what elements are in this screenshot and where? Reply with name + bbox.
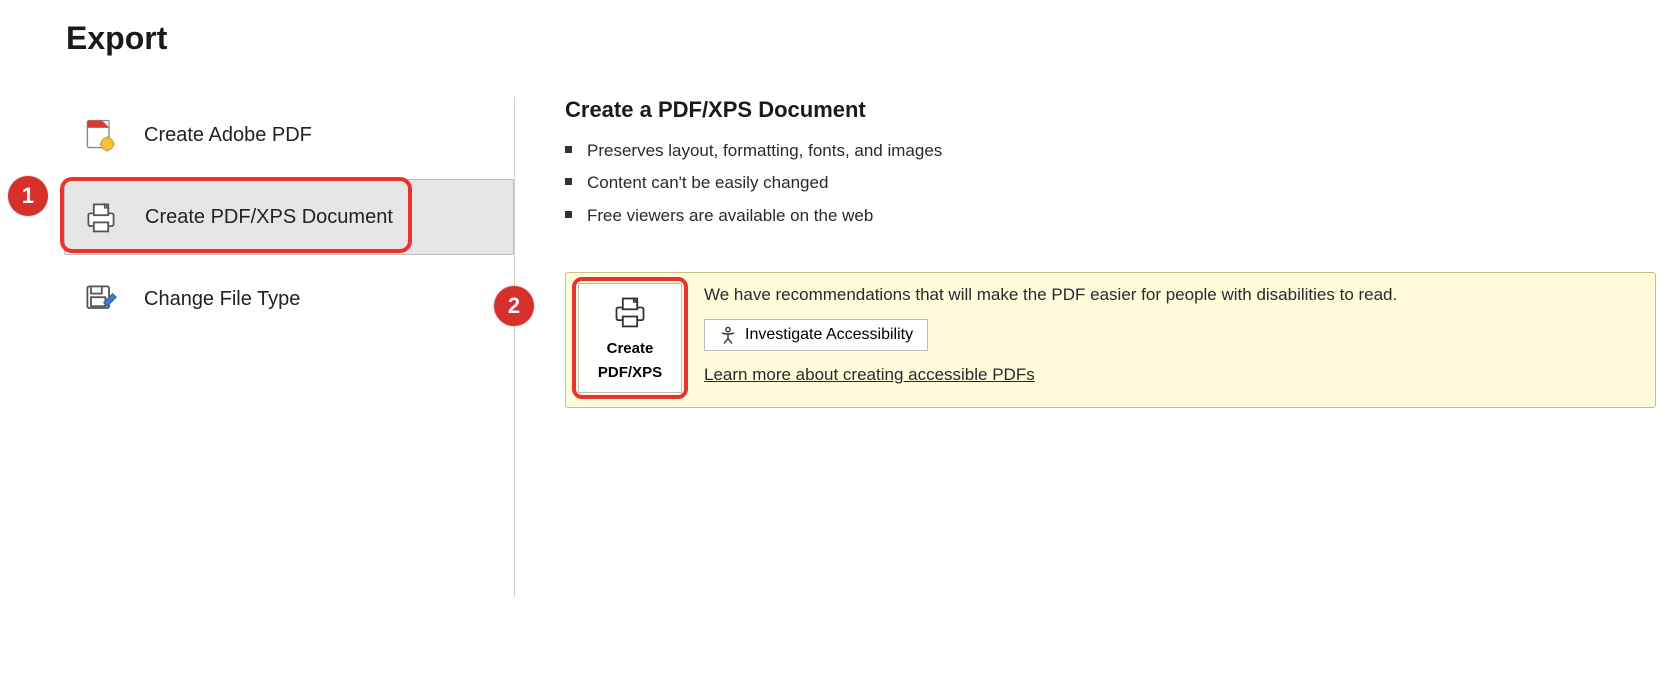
big-button-line1: Create xyxy=(607,340,654,358)
option-change-file-type[interactable]: Change File Type xyxy=(64,261,514,337)
bullet-item: Content can't be easily changed xyxy=(587,167,1656,199)
adobe-pdf-icon xyxy=(80,115,120,155)
investigate-accessibility-button[interactable]: Investigate Accessibility xyxy=(704,319,928,351)
investigate-label: Investigate Accessibility xyxy=(745,326,913,344)
option-label: Create Adobe PDF xyxy=(144,124,312,147)
printer-pdf-icon xyxy=(81,197,121,237)
option-create-adobe-pdf[interactable]: Create Adobe PDF xyxy=(64,97,514,173)
export-details-pane: Create a PDF/XPS Document Preserves layo… xyxy=(515,97,1676,597)
bullet-item: Free viewers are available on the web xyxy=(587,200,1656,232)
accessibility-person-icon xyxy=(719,326,737,344)
step-badge-1: 1 xyxy=(8,176,48,216)
printer-icon xyxy=(608,294,652,334)
learn-more-link[interactable]: Learn more about creating accessible PDF… xyxy=(704,365,1035,384)
big-button-line2: PDF/XPS xyxy=(598,364,662,382)
accessibility-panel: Create PDF/XPS We have recommendations t… xyxy=(565,272,1656,408)
save-edit-icon xyxy=(80,279,120,319)
export-options-list: Create Adobe PDF Create PDF/XPS Document xyxy=(10,97,515,597)
bullet-item: Preserves layout, formatting, fonts, and… xyxy=(587,135,1656,167)
option-label: Change File Type xyxy=(144,288,300,311)
option-label: Create PDF/XPS Document xyxy=(145,206,393,229)
option-create-pdf-xps[interactable]: Create PDF/XPS Document xyxy=(64,179,514,255)
step-badge-2: 2 xyxy=(494,286,534,326)
details-bullet-list: Preserves layout, formatting, fonts, and… xyxy=(565,135,1656,232)
details-heading: Create a PDF/XPS Document xyxy=(565,97,1656,123)
create-pdf-xps-button[interactable]: Create PDF/XPS xyxy=(578,283,682,393)
page-title: Export xyxy=(66,20,1676,57)
accessibility-text: We have recommendations that will make t… xyxy=(704,285,1643,305)
